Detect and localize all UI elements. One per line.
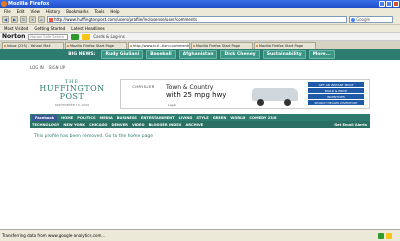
nav-archive[interactable]: ARCHIVE xyxy=(185,123,203,127)
back-icon[interactable]: ◀ xyxy=(2,16,9,23)
nav-world[interactable]: WORLD xyxy=(230,116,245,120)
nav-denver[interactable]: DENVER xyxy=(111,123,127,127)
nav-entertainment[interactable]: ENTERTAINMENT xyxy=(141,116,175,120)
menu-help[interactable]: Help xyxy=(110,9,119,14)
bookmark-most-visited[interactable]: Most Visited xyxy=(4,26,28,31)
minimize-icon[interactable] xyxy=(379,1,385,7)
tab-firefox-start-1[interactable]: Mozilla Firefox Start Page xyxy=(65,42,127,49)
menu-file[interactable]: File xyxy=(4,9,11,14)
big-news-item[interactable]: More... xyxy=(308,50,335,59)
ad-copy: Town & Country with 25 mpg hwy xyxy=(166,80,246,108)
bookmarks-toolbar: Most Visited Getting Started Latest Head… xyxy=(0,25,400,32)
site-favicon-icon xyxy=(49,18,53,22)
big-news-item[interactable]: Sustainability xyxy=(262,50,306,59)
nav-living[interactable]: LIVING xyxy=(179,116,193,120)
ad-mpg: with 25 mpg hwy xyxy=(166,91,227,99)
forward-icon[interactable]: ▶ xyxy=(11,16,18,23)
ad-model: Town & Country xyxy=(166,84,214,91)
ad-button-dealer-inventory[interactable]: SEARCH DEALER INVENTORY xyxy=(308,100,364,105)
nav-new-york[interactable]: NEW YORK xyxy=(63,123,85,127)
nav-blogger-index[interactable]: BLOGGER INDEX xyxy=(149,123,182,127)
ad-button-instant-price[interactable]: GET AN INSTANT PRICE xyxy=(308,82,364,87)
tab-firefox-start-3[interactable]: Mozilla Firefox Start Page xyxy=(254,42,316,49)
nav-politics[interactable]: POLITICS xyxy=(77,116,95,120)
menu-view[interactable]: View xyxy=(30,9,40,14)
nav-comedy[interactable]: COMEDY 23/6 xyxy=(249,116,276,120)
window-controls xyxy=(379,1,399,7)
page-date: SEPTEMBER 18, 2009 xyxy=(54,103,90,107)
nav-style[interactable]: STYLE xyxy=(196,116,208,120)
signup-link[interactable]: SIGN UP xyxy=(49,65,65,70)
menu-tools[interactable]: Tools xyxy=(95,9,105,14)
tab-strip: Inbox (225) - Yahoo! Mail Mozilla Firefo… xyxy=(0,41,400,49)
close-icon[interactable] xyxy=(393,1,399,7)
nav-technology[interactable]: TECHNOLOGY xyxy=(32,123,59,127)
big-news-bar: BIG NEWS: Rudy Giuliani Baseball Afghani… xyxy=(0,49,400,60)
category-nav-secondary: TECHNOLOGY NEW YORK CHICAGO DENVER VIDEO… xyxy=(30,121,370,128)
window-titlebar: Mozilla Firefox xyxy=(0,0,400,8)
ad-button-incentives[interactable]: INCENTIVES xyxy=(308,94,364,99)
huffington-post-logo[interactable]: THE HUFFINGTON POST SEPTEMBER 18, 2009 xyxy=(32,79,112,107)
search-input[interactable]: Google xyxy=(349,16,393,23)
stop-icon[interactable]: ✕ xyxy=(29,16,36,23)
category-nav-primary: Facebook HOME POLITICS MEDIA BUSINESS EN… xyxy=(30,114,370,121)
nav-green[interactable]: GREEN xyxy=(213,116,227,120)
big-news-item[interactable]: Baseball xyxy=(146,50,176,59)
chrysler-logo: CHRYSLER xyxy=(132,85,155,89)
profile-removed-message[interactable]: This profile has been removed. Go to the… xyxy=(34,134,153,139)
bookmark-latest-headlines[interactable]: Latest Headlines xyxy=(71,26,104,31)
ad-buttons: GET AN INSTANT PRICE BUILD & PRICE INCEN… xyxy=(306,80,366,108)
address-bar[interactable]: http://www.huffingtonpost.com/users/prof… xyxy=(47,16,347,23)
reload-icon[interactable]: ↻ xyxy=(20,16,27,23)
norton-search-input[interactable]: Norton Safe Search xyxy=(28,33,69,40)
tab-yahoo-mail[interactable]: Inbox (225) - Yahoo! Mail xyxy=(2,42,64,49)
menu-bar: File Edit View History Bookmarks Tools H… xyxy=(0,8,400,15)
big-news-item[interactable]: Rudy Giuliani xyxy=(101,50,144,59)
maximize-icon[interactable] xyxy=(386,1,392,7)
identity-safe-icon[interactable] xyxy=(82,33,91,40)
safe-web-icon[interactable] xyxy=(71,33,80,40)
norton-status-icon[interactable] xyxy=(378,233,384,239)
navigation-toolbar: ◀ ▶ ↻ ✕ ⌂ http://www.huffingtonpost.com/… xyxy=(0,15,400,25)
window-title: Mozilla Firefox xyxy=(8,1,50,7)
nav-business[interactable]: BUSINESS xyxy=(117,116,137,120)
bookmark-getting-started[interactable]: Getting Started xyxy=(34,26,65,31)
big-news-label: BIG NEWS: xyxy=(68,52,96,57)
google-icon xyxy=(351,18,355,22)
address-url: http://www.huffingtonpost.com/users/prof… xyxy=(54,17,198,22)
minivan-image xyxy=(246,80,306,108)
email-alerts-link[interactable]: Get Email Alerts xyxy=(334,123,370,127)
status-icons xyxy=(378,233,396,239)
tab-firefox-start-2[interactable]: Mozilla Firefox Start Page xyxy=(191,42,253,49)
norton-toolbar: Norton Norton Safe Search Cards & Log-in… xyxy=(0,32,400,41)
menu-bookmarks[interactable]: Bookmarks xyxy=(66,9,88,14)
nav-video[interactable]: VIDEO xyxy=(132,123,145,127)
ad-button-build-price[interactable]: BUILD & PRICE xyxy=(308,88,364,93)
menu-edit[interactable]: Edit xyxy=(17,9,25,14)
status-text: Transferring data from www.google-analyt… xyxy=(2,233,106,238)
cards-logins-button[interactable]: Cards & Log-ins xyxy=(93,34,124,39)
big-news-item[interactable]: Afghanistan xyxy=(178,50,218,59)
menu-history[interactable]: History xyxy=(46,9,60,14)
norton-logo: Norton xyxy=(2,33,26,40)
ad-legal[interactable]: Legal xyxy=(168,103,176,107)
status-bar: Transferring data from www.google-analyt… xyxy=(0,229,400,241)
addon-status-icon[interactable] xyxy=(386,233,392,239)
nav-home[interactable]: HOME xyxy=(61,116,73,120)
big-news-item[interactable]: Dick Cheney xyxy=(220,50,260,59)
nav-media[interactable]: MEDIA xyxy=(100,116,113,120)
tab-huffington-active[interactable]: http://www.huf...tion=comments xyxy=(128,42,190,49)
chrysler-advertisement[interactable]: CHRYSLER Town & Country with 25 mpg hwy … xyxy=(120,79,370,109)
facebook-button[interactable]: Facebook xyxy=(32,114,58,121)
page-content: BIG NEWS: Rudy Giuliani Baseball Afghani… xyxy=(0,49,400,229)
home-icon[interactable]: ⌂ xyxy=(38,16,45,23)
firefox-icon xyxy=(1,1,7,7)
login-link[interactable]: LOG IN xyxy=(30,65,44,70)
account-links: LOG IN SIGN UP xyxy=(30,65,65,70)
nav-chicago[interactable]: CHICAGO xyxy=(89,123,107,127)
